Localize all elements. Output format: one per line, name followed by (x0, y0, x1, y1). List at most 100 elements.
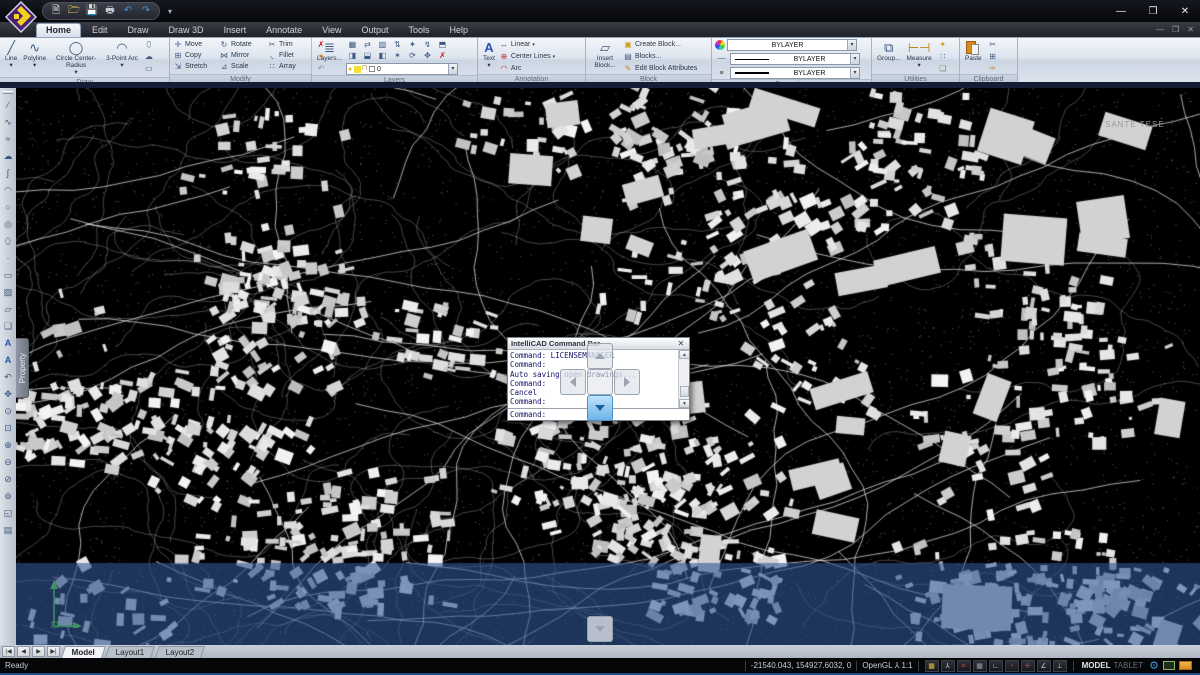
paste-button[interactable]: Paste (963, 39, 984, 74)
dock-guide-top[interactable] (587, 343, 613, 369)
dock-guide-center[interactable] (587, 369, 613, 395)
color-combo-arrow[interactable]: ▾ (847, 40, 856, 50)
line-button[interactable]: ╱ Line▾ (3, 39, 19, 77)
arc-button[interactable]: ◠ 3-Point Arc▾ (104, 39, 140, 77)
rectangle-icon[interactable]: ▭ (1, 268, 15, 282)
named-views-icon[interactable]: ▤ (1, 523, 15, 537)
format-painter-icon[interactable]: ✑ (986, 63, 1000, 74)
save-icon[interactable]: 💾 (85, 4, 99, 18)
tab-draw-3d[interactable]: Draw 3D (160, 24, 213, 37)
property-panel-tab[interactable]: Property (16, 338, 29, 398)
close-button[interactable]: ✕ (1178, 6, 1192, 17)
linetype-combo-arrow[interactable]: ▾ (850, 54, 859, 64)
tablet-toggle[interactable]: TABLET (1113, 661, 1143, 670)
revision-cloud-icon[interactable]: ☁ (1, 149, 15, 163)
layer-combo[interactable]: ● ⨅ 0 ▾ (346, 63, 458, 75)
edit-block-attributes-button[interactable]: ✎ Edit Block Attributes (623, 63, 697, 74)
esnap-toggle[interactable]: ✛ (1021, 660, 1035, 672)
polyline-button[interactable]: ∿ Polyline▾ (21, 39, 48, 77)
arc-icon[interactable]: ◠ (1, 183, 15, 197)
linetype-icon[interactable]: ╌╌ (715, 55, 728, 63)
tab-edit[interactable]: Edit (83, 24, 117, 37)
zoom-in-icon[interactable]: ⊕ (1, 438, 15, 452)
new-document-icon[interactable]: 🗎 (49, 4, 63, 18)
command-scrollbar[interactable]: ▲ ▼ (678, 350, 689, 408)
zoom-window-icon[interactable]: ⊡ (1, 421, 15, 435)
array-button[interactable]: ∷Array (267, 61, 309, 72)
minimize-button[interactable]: — (1114, 6, 1128, 17)
pan-icon[interactable]: ✥ (1, 387, 15, 401)
annotation-scale-value[interactable]: 1:1 (901, 661, 912, 670)
notification-icon[interactable] (1179, 661, 1192, 670)
open-folder-icon[interactable]: 🗁 (67, 4, 81, 18)
display-icon[interactable] (1163, 661, 1175, 670)
layer-freeze-icon[interactable]: ⇄ (361, 39, 374, 50)
spline-icon[interactable]: ∫ (1, 166, 15, 180)
scroll-down-icon[interactable]: ▼ (679, 399, 689, 408)
circle-button[interactable]: ◯ Circle Center-Radius▾ (50, 39, 102, 77)
layout-nav-2[interactable]: ▶ (32, 646, 45, 657)
arc-dim-button[interactable]: ◠ Arc (499, 63, 555, 74)
layers-button[interactable]: ≣ Layers... (315, 39, 344, 75)
layer-unlock-icon[interactable]: ⬓ (361, 50, 374, 61)
layer-erase-icon[interactable]: ✗ (436, 50, 449, 61)
undo-view-icon[interactable]: ↶ (1, 370, 15, 384)
coordinates-readout[interactable]: -21540.043, 154927.6032, 0 (751, 661, 852, 670)
layer-state-icon[interactable]: ✥ (421, 50, 434, 61)
fillet-button[interactable]: ◟Fillet (267, 50, 309, 61)
dock-guide-right[interactable] (614, 369, 640, 395)
ellipse-icon[interactable]: ⬯ (142, 39, 156, 50)
create-block-button[interactable]: ▣ Create Block... (623, 39, 697, 50)
grid-toggle[interactable]: ▦ (973, 660, 987, 672)
zoom-extents-icon[interactable]: ⊚ (1, 489, 15, 503)
command-bar-close-icon[interactable]: ✕ (676, 339, 686, 348)
layout-tab-model[interactable]: Model (61, 646, 106, 658)
snap-toggle[interactable]: ▦ (925, 660, 939, 672)
color-wheel-icon[interactable] (715, 40, 725, 50)
dock-target-bottom[interactable] (587, 616, 613, 642)
linetype-combo[interactable]: BYLAYER ▾ (730, 53, 860, 65)
layer-bulb-icon[interactable]: ● (347, 66, 353, 73)
polar-toggle[interactable]: ⅄ (941, 660, 955, 672)
layer-prev-icon[interactable]: ↯ (421, 39, 434, 50)
mdi-restore-button[interactable]: ❐ (1172, 25, 1179, 34)
circle-icon[interactable]: ○ (1, 200, 15, 214)
perpendicular-toggle[interactable]: ⊥ (1053, 660, 1067, 672)
aerial-view-icon[interactable]: ◱ (1, 506, 15, 520)
image-icon[interactable]: ❏ (1, 319, 15, 333)
layer-color-icon[interactable]: ⇅ (391, 39, 404, 50)
blocks-button[interactable]: ▤ Blocks... (623, 51, 697, 62)
trim-button[interactable]: ✂Trim (267, 39, 309, 50)
tab-annotate[interactable]: Annotate (257, 24, 311, 37)
layout-nav-0[interactable]: |◀ (2, 646, 15, 657)
layer-lock-icon[interactable]: ▧ (376, 39, 389, 50)
zoom-all-icon[interactable]: ⊘ (1, 472, 15, 486)
hatch-icon[interactable]: ▨ (1, 285, 15, 299)
quad-toggle[interactable]: ◔ (1005, 660, 1019, 672)
lineweight-icon[interactable]: ≡ (715, 70, 728, 77)
lineweight-combo[interactable]: BYLAYER ▾ (730, 67, 860, 79)
toolbar-grip[interactable] (3, 91, 13, 94)
restore-button[interactable]: ❒ (1146, 6, 1160, 17)
layer-lock-icon[interactable]: ⨅ (362, 66, 367, 73)
line-icon[interactable]: ∕ (1, 98, 15, 112)
scale-button[interactable]: ⊿Scale (219, 61, 267, 72)
polyline-icon[interactable]: ∿ (1, 115, 15, 129)
settings-gear-icon[interactable]: ⚙ (1149, 659, 1159, 672)
dock-guide-left[interactable] (560, 369, 586, 395)
layer-freeze-icon[interactable] (354, 66, 361, 73)
dock-guide-down[interactable] (587, 395, 613, 421)
ortho-toggle[interactable]: ∟ (989, 660, 1003, 672)
layer-del-icon[interactable]: ⟳ (406, 50, 419, 61)
tab-tools[interactable]: Tools (400, 24, 439, 37)
mdi-minimize-button[interactable]: — (1156, 25, 1164, 34)
mtext-icon[interactable]: A (1, 353, 15, 367)
rotate-button[interactable]: ↻Rotate (219, 39, 267, 50)
angle-toggle[interactable]: ∠ (1037, 660, 1051, 672)
layer-walk-icon[interactable]: ⬒ (436, 39, 449, 50)
layer-on-icon[interactable]: ▦ (346, 39, 359, 50)
ellipse-icon[interactable]: ⬯ (1, 234, 15, 248)
layer-match-icon[interactable]: ✦ (406, 39, 419, 50)
model-space-toggle[interactable]: MODEL (1082, 661, 1111, 670)
tab-output[interactable]: Output (352, 24, 397, 37)
